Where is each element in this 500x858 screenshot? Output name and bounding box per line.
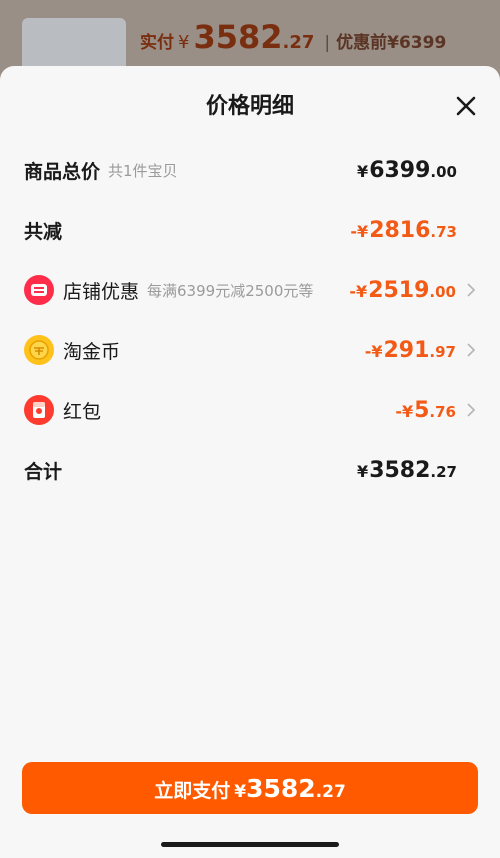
close-icon[interactable]	[452, 92, 480, 120]
sum-label: 合计	[24, 460, 63, 483]
reduction-label: 共减	[24, 220, 63, 243]
price-detail-sheet: 价格明细 商品总价 共1件宝贝 ¥6399.00 共减 -¥ 2816.73 店铺…	[0, 66, 500, 858]
chevron-right-icon	[467, 403, 476, 417]
background-price: 实付 ¥ 3582 .27 | 优惠前 ¥6399	[140, 18, 447, 56]
sum-amount: ¥3582.27	[357, 457, 457, 483]
gold-coin-label: 淘金币	[63, 340, 121, 363]
shop-discount-rule: 每满6399元减2500元等	[147, 281, 314, 300]
gold-coin-amount: -¥ 291.97	[364, 337, 456, 363]
total-label: 商品总价	[24, 160, 101, 183]
chevron-right-icon	[467, 283, 476, 297]
original-price: ¥6399	[387, 33, 447, 53]
home-indicator[interactable]	[161, 842, 339, 847]
shop-coupon-icon	[24, 275, 54, 305]
gold-coin-icon	[24, 335, 54, 365]
red-packet-amount: -¥ 5.76	[395, 397, 456, 423]
sheet-title: 价格明细	[205, 94, 294, 119]
row-sum: 合计 ¥3582.27	[0, 450, 500, 490]
pay-now-button[interactable]: 立即支付 ¥ 3582 .27	[22, 762, 478, 814]
row-shop-discount[interactable]: 店铺优惠 每满6399元减2500元等 -¥ 2519.00	[0, 270, 500, 310]
shop-discount-label: 店铺优惠	[63, 280, 140, 303]
row-red-packet[interactable]: 红包 -¥ 5.76	[0, 390, 500, 430]
red-packet-icon	[24, 395, 54, 425]
chevron-right-icon	[467, 343, 476, 357]
total-amount: ¥6399.00	[357, 157, 457, 183]
row-total-reduction: 共减 -¥ 2816.73	[0, 210, 500, 250]
shop-discount-amount: -¥ 2519.00	[349, 277, 456, 303]
original-label: 优惠前	[336, 33, 388, 53]
red-packet-label: 红包	[63, 400, 102, 423]
row-total-price: 商品总价 共1件宝贝 ¥6399.00	[0, 150, 500, 190]
reduction-amount: -¥ 2816.73	[350, 217, 457, 243]
row-gold-coin[interactable]: 淘金币 -¥ 291.97	[0, 330, 500, 370]
item-count: 共1件宝贝	[108, 161, 178, 180]
